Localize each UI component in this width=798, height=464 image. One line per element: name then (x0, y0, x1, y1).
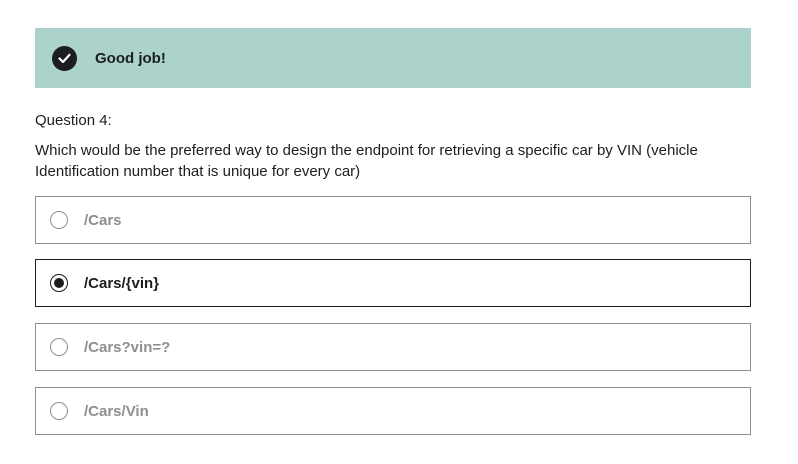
question-number: Question 4: (35, 112, 112, 129)
answer-label: /Cars/{vin} (84, 274, 160, 292)
answer-label: /Cars/Vin (84, 402, 149, 420)
quiz-page: Good job! Question 4: Which would be the… (0, 0, 798, 464)
check-circle-icon (52, 45, 77, 71)
answer-option-4[interactable]: /Cars/Vin (35, 387, 751, 435)
answer-option-1[interactable]: /Cars (35, 196, 751, 244)
feedback-banner: Good job! (35, 28, 751, 88)
radio-button[interactable] (50, 402, 68, 420)
answer-option-2[interactable]: /Cars/{vin} (35, 259, 751, 307)
question-prompt: Which would be the preferred way to desi… (35, 142, 698, 180)
answer-label: /Cars?vin=? (84, 338, 171, 356)
answer-label: /Cars (84, 211, 122, 229)
radio-button[interactable] (50, 211, 68, 229)
radio-selected-dot (54, 278, 64, 288)
feedback-message: Good job! (95, 49, 166, 67)
radio-button-selected[interactable] (50, 274, 68, 292)
answer-option-3[interactable]: /Cars?vin=? (35, 323, 751, 371)
radio-button[interactable] (50, 338, 68, 356)
